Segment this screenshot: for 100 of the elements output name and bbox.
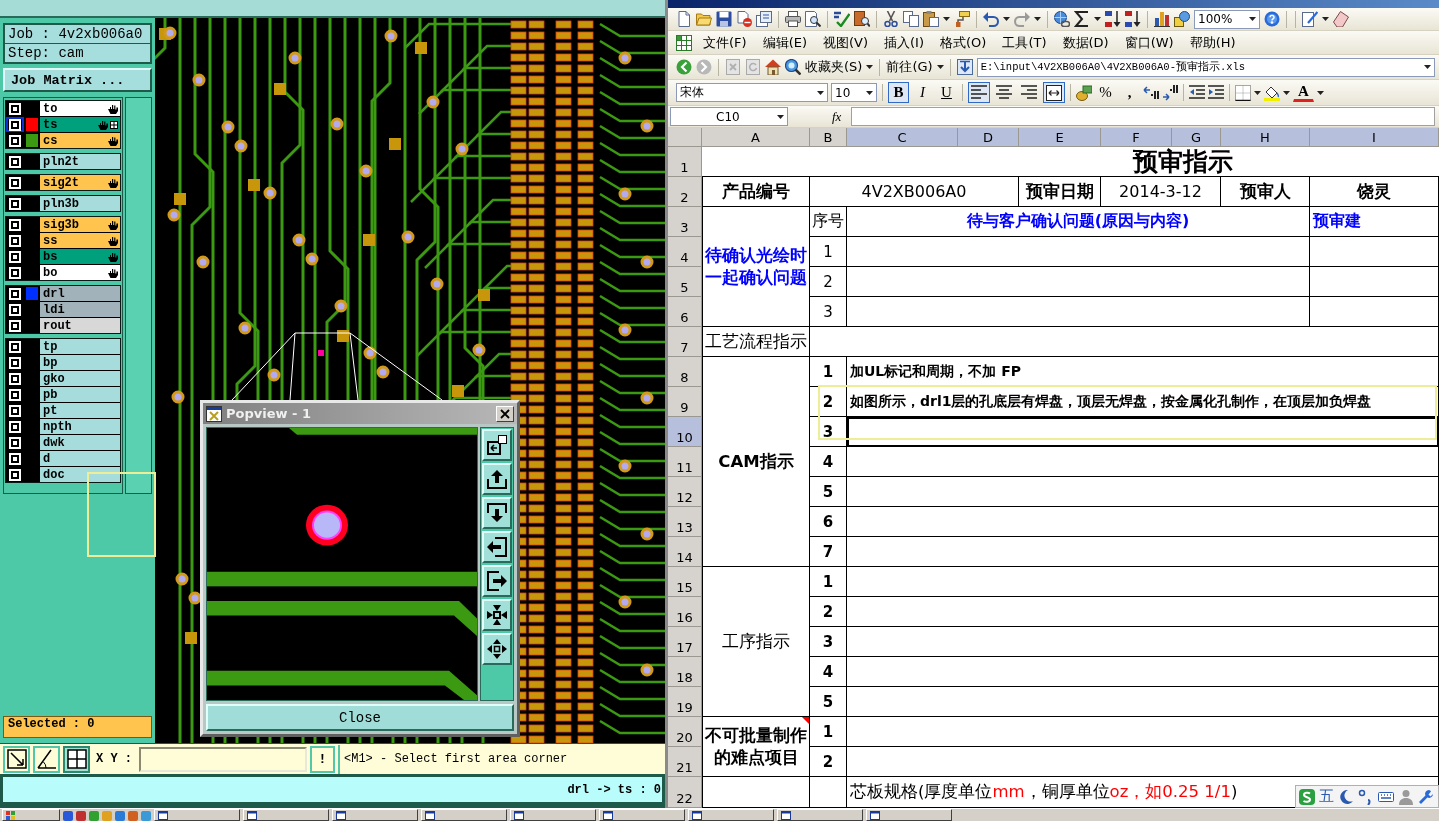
caret-icon[interactable]	[866, 65, 874, 69]
layer-name[interactable]: bp	[40, 355, 120, 370]
menu-item[interactable]: 窗口(W)	[1119, 31, 1179, 54]
eraser-icon[interactable]	[1333, 11, 1349, 27]
column-header[interactable]: I	[1310, 128, 1439, 147]
view-tool-button[interactable]	[482, 599, 512, 631]
layer-name[interactable]: ts	[40, 117, 120, 132]
job-matrix-button[interactable]: Job Matrix ...	[3, 68, 152, 92]
column-header[interactable]: C	[847, 128, 958, 147]
undo-icon[interactable]	[983, 11, 999, 27]
layer-name[interactable]: npth	[40, 419, 120, 434]
menu-item[interactable]: 视图(V)	[818, 31, 874, 54]
clipboard-icon[interactable]	[923, 11, 939, 27]
row-header[interactable]: 18	[668, 657, 702, 687]
caret-icon[interactable]	[1094, 17, 1101, 21]
menu-item[interactable]: 数据(D)	[1057, 31, 1114, 54]
layer-name[interactable]: to	[40, 101, 120, 116]
tool-button[interactable]	[3, 745, 30, 773]
row-header[interactable]: 5	[668, 267, 702, 297]
alert-button[interactable]: !	[310, 745, 335, 773]
view-tool-button[interactable]	[482, 531, 512, 563]
start-button[interactable]	[2, 809, 60, 821]
view-tool-button[interactable]	[482, 463, 512, 495]
text-style-button[interactable]: I	[912, 82, 933, 103]
layer-name[interactable]: dwk	[40, 435, 120, 450]
decimal-decrease-icon[interactable]	[1162, 84, 1178, 101]
help-icon[interactable]	[1264, 11, 1280, 27]
text-style-button[interactable]: B	[888, 82, 909, 103]
caret-icon[interactable]	[1322, 17, 1329, 21]
scrollbar-track[interactable]	[125, 97, 152, 494]
caret-icon[interactable]	[1317, 90, 1324, 95]
row-header[interactable]: 8	[668, 357, 702, 387]
moon-icon[interactable]	[1338, 788, 1354, 805]
column-header[interactable]: G	[1172, 128, 1221, 147]
s-logo-icon[interactable]	[1299, 788, 1315, 805]
menu-item[interactable]: 编辑(E)	[757, 31, 812, 54]
name-box[interactable]: C10	[670, 107, 788, 126]
row-header[interactable]: 9	[668, 387, 702, 417]
row-header[interactable]: 6	[668, 297, 702, 327]
view-tool-button[interactable]	[482, 565, 512, 597]
layer-checkbox[interactable]	[6, 117, 24, 132]
caret-icon[interactable]	[777, 114, 784, 119]
row-header[interactable]: 20	[668, 717, 702, 747]
row-header[interactable]: 10	[668, 417, 702, 447]
layer-name[interactable]: sig2t	[40, 175, 120, 190]
column-header[interactable]: A	[702, 128, 810, 147]
taskbar-button[interactable]	[866, 809, 952, 821]
sort-descending-icon[interactable]	[1125, 11, 1141, 27]
caret-icon[interactable]	[936, 65, 944, 69]
paintbrush-icon[interactable]	[954, 11, 970, 27]
layer-name[interactable]: bs	[40, 249, 120, 264]
address-field[interactable]: E:\input\4V2XB006A0\4V2XB006A0-预审指示.xls	[976, 57, 1435, 77]
row-header[interactable]: 21	[668, 747, 702, 777]
font-size-dropdown[interactable]: 10	[831, 83, 877, 102]
layer-name[interactable]: pt	[40, 403, 120, 418]
alignment-button[interactable]	[1043, 82, 1065, 103]
caret-icon[interactable]	[1034, 17, 1041, 21]
view-tool-button[interactable]	[482, 429, 512, 461]
globe-link-icon[interactable]	[1054, 11, 1070, 27]
layer-name[interactable]: ldi	[40, 302, 120, 317]
caret-icon[interactable]	[943, 17, 950, 21]
column-header[interactable]: B	[810, 128, 847, 147]
view-tool-button[interactable]	[482, 497, 512, 529]
layer-name[interactable]: d	[40, 451, 120, 466]
row-header[interactable]: 4	[668, 237, 702, 267]
alignment-button[interactable]	[968, 82, 990, 103]
caret-icon[interactable]	[1254, 90, 1261, 95]
row-header[interactable]: 11	[668, 447, 702, 477]
layer-name[interactable]: doc	[40, 467, 120, 482]
spreadsheet-icon[interactable]	[676, 34, 692, 51]
row-header[interactable]: 2	[668, 177, 702, 207]
favorites-menu[interactable]: 收藏夹(S)	[805, 58, 863, 76]
go-menu[interactable]: 前往(G)	[886, 58, 933, 76]
caret-icon[interactable]	[1424, 65, 1431, 69]
layer-name[interactable]: pln3b	[40, 196, 120, 211]
wrench-icon[interactable]	[1418, 788, 1434, 805]
house-icon[interactable]	[765, 59, 781, 75]
page-arrow-icon[interactable]	[956, 59, 973, 75]
menu-item[interactable]: 文件(F)	[698, 31, 752, 54]
row-header[interactable]: 14	[668, 537, 702, 567]
row-header[interactable]: 13	[668, 507, 702, 537]
borders-icon[interactable]	[1235, 84, 1251, 101]
formula-field[interactable]	[851, 107, 1435, 126]
menu-item[interactable]: 帮助(H)	[1184, 31, 1241, 54]
taskbar-button[interactable]	[243, 809, 329, 821]
close-button[interactable]: Close	[206, 704, 514, 731]
outdent-icon[interactable]	[1189, 84, 1205, 101]
globe-search-icon[interactable]	[785, 59, 801, 75]
new-file-icon[interactable]	[676, 11, 692, 27]
row-header[interactable]: 16	[668, 597, 702, 627]
indent-icon[interactable]	[1208, 84, 1224, 101]
column-header[interactable]: E	[1019, 128, 1101, 147]
menu-item[interactable]: 格式(O)	[935, 31, 992, 54]
row-header[interactable]: 19	[668, 687, 702, 717]
layer-name[interactable]: gko	[40, 371, 120, 386]
row-header[interactable]: 3	[668, 207, 702, 237]
decimal-increase-icon[interactable]	[1143, 84, 1159, 101]
bar-chart-icon[interactable]	[1154, 11, 1170, 27]
caret-icon[interactable]	[817, 90, 824, 95]
layer-name[interactable]: ss	[40, 233, 120, 248]
